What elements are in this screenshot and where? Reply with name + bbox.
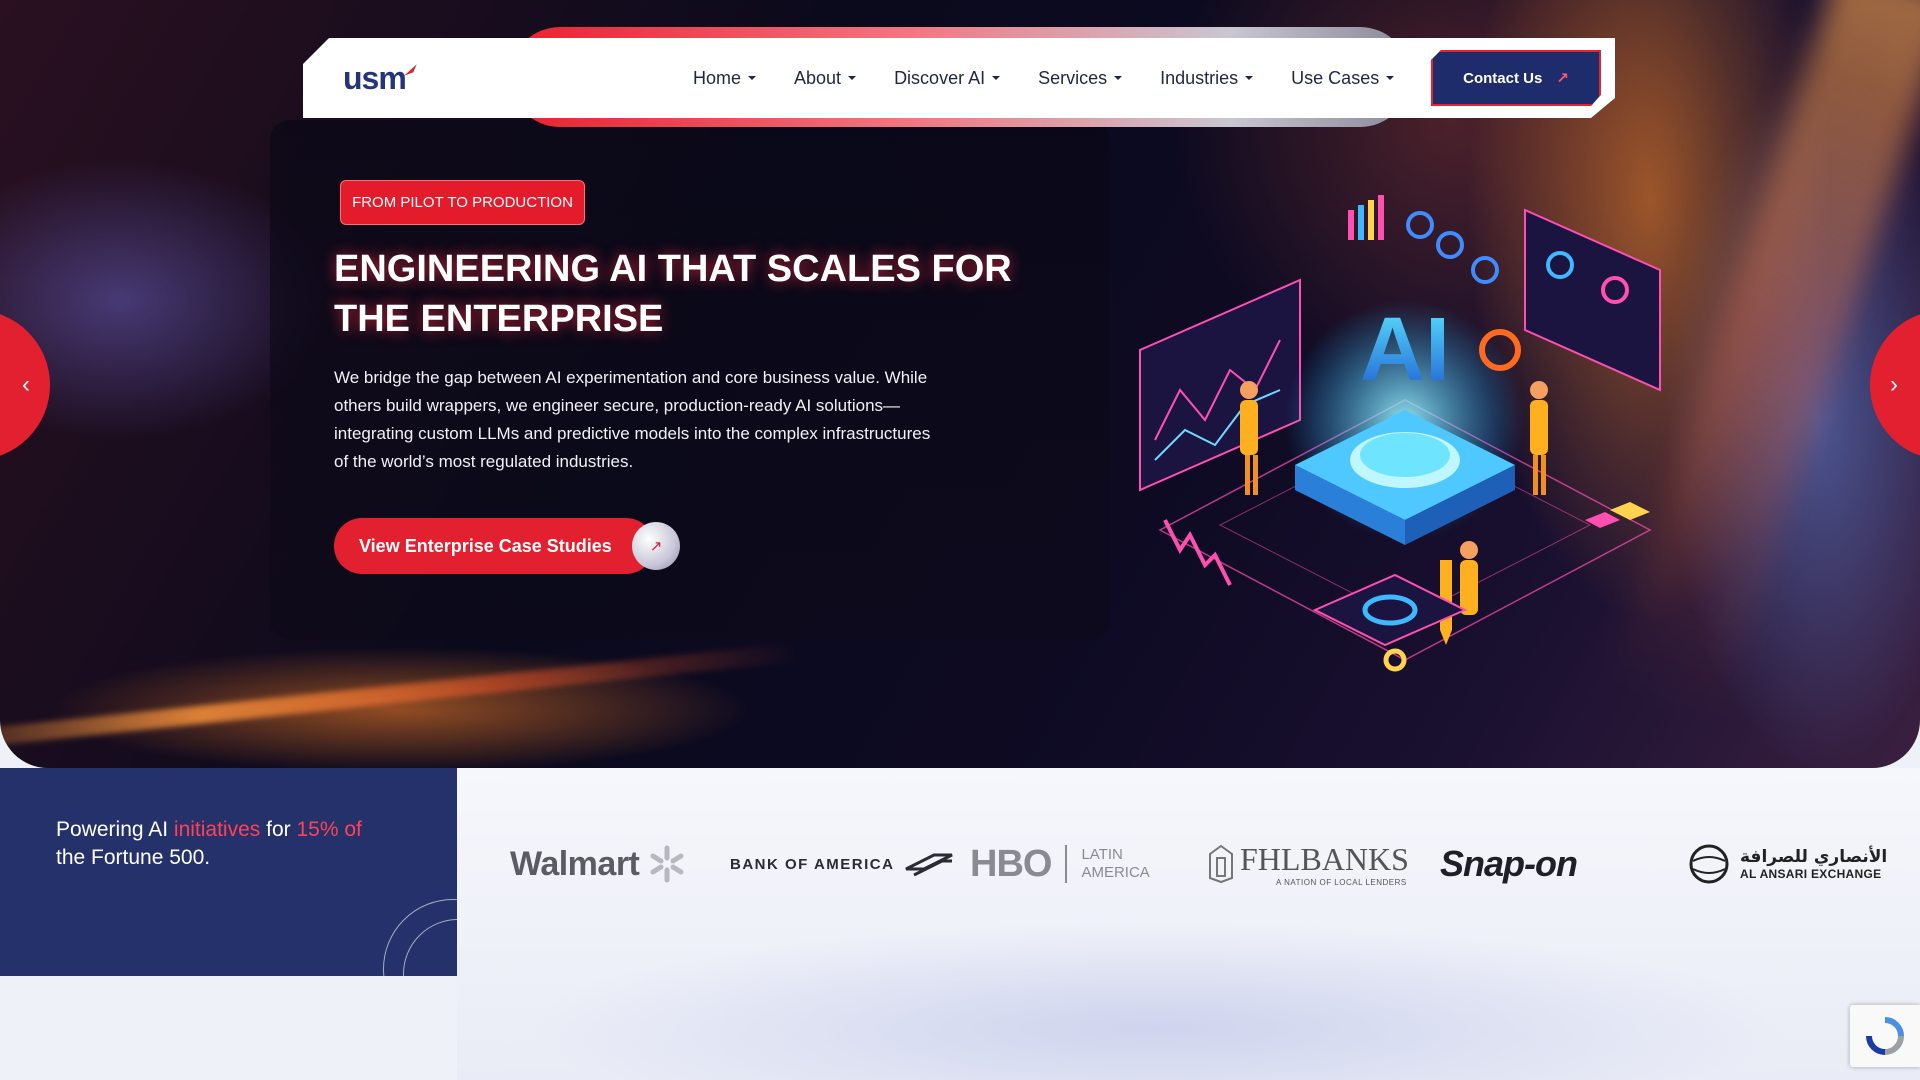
caret-down-icon	[992, 76, 1001, 80]
chevron-left-icon: ‹	[22, 371, 30, 398]
logo-swoosh-icon	[404, 64, 417, 76]
ai-glyph: AI	[1360, 300, 1450, 400]
client-logos-strip	[457, 768, 1920, 1080]
globe-icon	[1689, 844, 1729, 884]
recaptcha-icon	[1866, 1017, 1904, 1055]
ai-isometric-illustration: AI	[1139, 195, 1661, 672]
arrow-up-right-icon: ↗	[1556, 70, 1569, 87]
usm-logo[interactable]: usm	[343, 60, 407, 97]
walmart-logo: Walmart	[510, 840, 687, 888]
nav-about[interactable]: About	[794, 68, 857, 89]
bank-of-america-logo: BANK OF AMERICA	[730, 840, 954, 888]
hero-subtext: We bridge the gap between AI experimenta…	[334, 368, 931, 471]
recaptcha-badge[interactable]	[1850, 1005, 1920, 1067]
hero-badge: FROM PILOT TO PRODUCTION	[340, 180, 585, 225]
spark-icon	[650, 845, 684, 883]
fortune-stat-panel: Powering AI initiatives for 15% of the F…	[0, 768, 457, 976]
navbar: usm Home About Discover AI Services Indu…	[303, 38, 1615, 118]
caret-down-icon	[848, 76, 857, 80]
caret-down-icon	[748, 76, 757, 80]
contact-us-button[interactable]: Contact Us ↗	[1431, 50, 1601, 106]
caret-down-icon	[1245, 76, 1254, 80]
caret-down-icon	[1114, 76, 1123, 80]
snap-on-logo: Snap-on	[1440, 843, 1578, 884]
al-ansari-exchange-logo: الأنصاري للصرافة AL ANSARI EXCHANGE	[1688, 840, 1887, 888]
case-studies-button[interactable]: View Enterprise Case Studies	[334, 518, 654, 574]
caret-down-icon	[1386, 76, 1395, 80]
building-icon	[1209, 844, 1233, 884]
flag-icon	[905, 853, 954, 877]
nav-home[interactable]: Home	[693, 68, 757, 89]
nav-services[interactable]: Services	[1038, 68, 1123, 89]
nav-menu: Home About Discover AI Services Industri…	[693, 38, 1432, 118]
hero-headline: ENGINEERING AI THAT SCALES FOR THE ENTER…	[334, 248, 1012, 340]
fortune-stat-text: Powering AI initiatives for 15% of the F…	[56, 818, 362, 869]
hbo-latin-america-logo: HBO LATIN AMERICA	[970, 842, 1150, 885]
nav-use-cases[interactable]: Use Cases	[1291, 68, 1395, 89]
arrow-up-right-icon[interactable]: ↗	[632, 522, 680, 570]
light-streak	[0, 643, 799, 755]
nav-discover-ai[interactable]: Discover AI	[894, 68, 1001, 89]
nav-industries[interactable]: Industries	[1160, 68, 1254, 89]
chevron-right-icon: ›	[1890, 371, 1898, 398]
fhlbanks-logo: FHLBANKS A NATION OF LOCAL LENDERS	[1208, 840, 1409, 888]
